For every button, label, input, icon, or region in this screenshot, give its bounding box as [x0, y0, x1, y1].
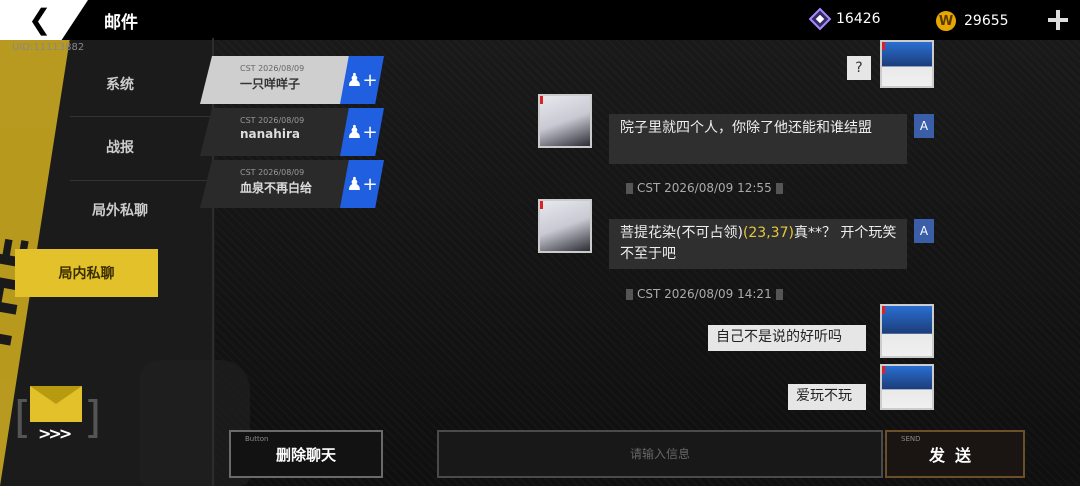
translate-button[interactable]: A: [914, 219, 934, 243]
contact-time: CST 2026/08/09: [240, 168, 305, 177]
add-user-icon: ♟+: [346, 121, 378, 143]
sidebar-item-system[interactable]: 系统: [30, 54, 210, 114]
send-label: 发送: [928, 446, 981, 465]
translate-icon: A: [919, 224, 929, 238]
square-icon: [775, 289, 783, 300]
coin-icon: W: [936, 11, 956, 31]
contact-name: nanahira: [240, 127, 300, 141]
timestamp: CST 2026/08/09 14:21: [622, 287, 787, 301]
mail-button[interactable]: [ >>> ]: [14, 386, 101, 443]
bracket-right-icon: ]: [84, 392, 102, 443]
contact-time: CST 2026/08/09: [240, 116, 305, 125]
arrow-left-icon: ❮: [28, 3, 52, 36]
avatar[interactable]: [880, 40, 934, 88]
avatar[interactable]: [538, 199, 592, 253]
bracket-left-icon: [: [14, 392, 32, 443]
message-bubble: 菩提花染(不可占领)(23,37)真**？ 开个玩笑不至于吧: [609, 219, 907, 269]
message-bubble: 爱玩不玩: [788, 384, 866, 410]
uid-label: UID:11113882: [12, 42, 85, 53]
gem-icon: [808, 7, 832, 31]
translate-icon: A: [919, 119, 929, 133]
sidebar-item-internal-chat[interactable]: 局内私聊: [15, 249, 158, 297]
chevrons-right-icon: >>>: [38, 424, 72, 443]
back-button[interactable]: ❮: [0, 0, 88, 40]
add-user-icon: ♟+: [346, 173, 378, 195]
coin-count: 29655: [964, 13, 1009, 29]
add-user-icon: ♟+: [346, 69, 378, 91]
avatar[interactable]: [880, 364, 934, 410]
divider: [212, 38, 214, 486]
contact-item[interactable]: CST 2026/08/09 血泉不再白给 ♟+: [200, 160, 384, 208]
avatar-badge: [882, 42, 885, 50]
contact-time: CST 2026/08/09: [240, 64, 305, 73]
sidebar-item-battle-report[interactable]: 战报: [30, 117, 210, 177]
contact-name: 血泉不再白给: [240, 181, 313, 195]
message-text: 爱玩不玩: [796, 388, 852, 404]
envelope-icon: [30, 386, 82, 422]
avatar-badge: [540, 96, 543, 104]
contact-name: 一只咩咩子: [240, 77, 301, 91]
avatar-badge: [540, 201, 543, 209]
message-input[interactable]: 请输入信息: [437, 430, 883, 478]
message-text: 自己不是说的好听吗: [716, 329, 842, 345]
gem-count: 16426: [836, 11, 881, 27]
square-icon: [775, 183, 783, 194]
top-bar: ❮ 邮件 16426 W 29655: [0, 0, 1080, 40]
contact-item[interactable]: CST 2026/08/09 nanahira ♟+: [200, 108, 384, 156]
avatar[interactable]: [538, 94, 592, 148]
square-icon: [626, 183, 633, 194]
input-placeholder: 请输入信息: [629, 447, 690, 461]
page-title: 邮件: [104, 13, 138, 33]
message-bubble: 自己不是说的好听吗: [708, 325, 866, 351]
timestamp: CST 2026/08/09 12:55: [622, 181, 787, 195]
avatar[interactable]: [880, 304, 934, 358]
avatar-badge: [882, 306, 885, 314]
coin-currency: W 29655: [936, 11, 1009, 31]
square-icon: [626, 289, 633, 300]
message-bubble: 院子里就四个人，你除了他还能和谁结盟: [609, 114, 907, 164]
message-text-part: 菩提花染(不可占领): [620, 225, 743, 241]
translate-button[interactable]: A: [914, 114, 934, 138]
add-currency-button[interactable]: [1046, 8, 1070, 32]
question-button[interactable]: ?: [847, 56, 871, 80]
delete-chat-button[interactable]: Button 删除聊天: [229, 430, 383, 478]
message-text: 院子里就四个人，你除了他还能和谁结盟: [620, 120, 872, 136]
gem-currency: 16426: [808, 7, 881, 31]
timestamp-text: CST 2026/08/09 12:55: [637, 181, 772, 195]
button-small-label: Button: [245, 435, 269, 443]
send-small-label: SEND: [901, 435, 921, 443]
send-button[interactable]: SEND 发送: [885, 430, 1025, 478]
timestamp-text: CST 2026/08/09 14:21: [637, 287, 772, 301]
delete-chat-label: 删除聊天: [275, 445, 336, 464]
contact-item[interactable]: CST 2026/08/09 一只咩咩子 ♟+: [200, 56, 384, 104]
avatar-badge: [882, 366, 885, 374]
coordinate-link[interactable]: (23,37): [743, 225, 794, 241]
sidebar-item-external-chat[interactable]: 局外私聊: [30, 180, 210, 240]
